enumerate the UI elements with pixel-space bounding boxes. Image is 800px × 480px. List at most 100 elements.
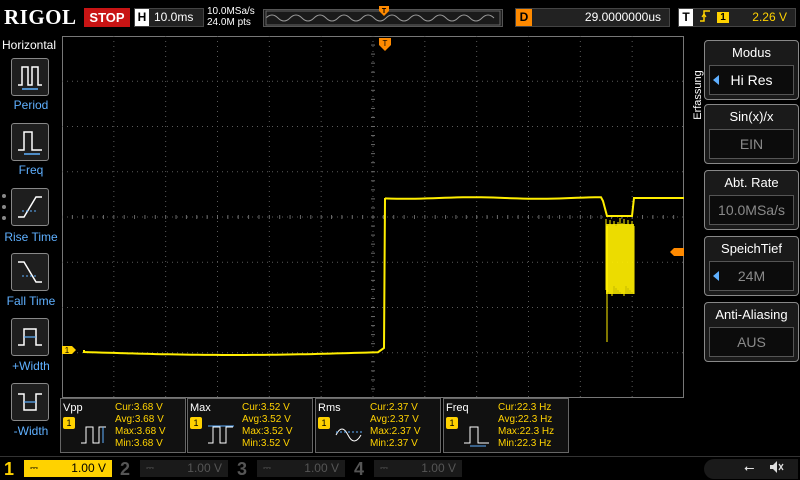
- measurement-max: Max:22.3 Hz: [498, 426, 555, 437]
- measurement-avg: Avg:3.52 V: [242, 414, 291, 425]
- channel-number: 3: [237, 459, 248, 479]
- memory-trigger-marker-icon: T: [378, 5, 392, 17]
- right-acquire-menu: Erfassung Modus Hi Res Sin(x)/x EIN Abt.…: [684, 36, 800, 456]
- softkey-value: Hi Res: [709, 65, 794, 95]
- softkey-title: Sin(x)/x: [729, 109, 774, 124]
- trigger-level-marker-icon: [670, 248, 684, 256]
- softkey-value: 24M: [709, 261, 794, 291]
- selector-arrow-icon: [713, 75, 719, 85]
- measurement-channel-badge: 1: [318, 417, 330, 429]
- trigger-level: 2.26 V: [752, 10, 787, 24]
- measurement-avg: Avg:22.3 Hz: [498, 414, 553, 425]
- freq-label: Freq: [18, 163, 44, 177]
- brand-logo: RIGOL: [4, 5, 77, 29]
- rise-time-button[interactable]: [11, 188, 49, 226]
- channel-number: 1: [4, 459, 15, 479]
- selector-arrow-icon: [713, 271, 719, 281]
- softkey-value: EIN: [709, 129, 794, 159]
- measurement-vpp[interactable]: Vpp 1 Cur:3.68 V Avg:3.68 V Max:3.68 V M…: [60, 398, 186, 453]
- channel-scale: ⎓ 1.00 V: [257, 460, 345, 477]
- measurement-name: Rms: [318, 402, 341, 414]
- measurement-name: Freq: [446, 402, 469, 414]
- measurement-min: Min:3.52 V: [242, 438, 290, 449]
- left-measure-menu: Horizontal Period Freq Rise Time Fall Ti…: [0, 36, 62, 456]
- svg-text:T: T: [383, 39, 388, 48]
- dc-coupling-icon: ⎓: [380, 463, 388, 474]
- channel-1-trace: [83, 196, 684, 356]
- sample-rate-softkey[interactable]: Abt. Rate 10.0MSa/s: [704, 170, 799, 230]
- usb-icon[interactable]: ⭠: [744, 460, 754, 476]
- channel-4-status[interactable]: 4 ⎓ 1.00 V: [350, 457, 468, 480]
- fall-time-label: Fall Time: [6, 294, 56, 308]
- measurement-avg: Avg:2.37 V: [370, 414, 419, 425]
- trigger-status[interactable]: T 1 2.26 V: [678, 8, 796, 27]
- period-icon: [18, 66, 42, 90]
- softkey-title: Modus: [731, 45, 772, 60]
- rise-time-label: Rise Time: [4, 230, 58, 244]
- speaker-muted-icon[interactable]: [768, 459, 784, 478]
- rising-edge-icon: [699, 9, 711, 28]
- waveform-display[interactable]: T 1: [61, 35, 685, 399]
- negative-width-icon: [18, 393, 42, 411]
- memory-points: 24.0M pts: [207, 17, 251, 28]
- softkey-value: 10.0MSa/s: [709, 195, 794, 225]
- channel-scale: ⎓ 1.00 V: [24, 460, 112, 477]
- rms-icon: [335, 428, 362, 442]
- measurement-cur: Cur:3.52 V: [242, 402, 290, 413]
- measurement-channel-badge: 1: [190, 417, 202, 429]
- measurement-max: Max:3.52 V: [242, 426, 293, 437]
- left-menu-title: Horizontal: [2, 38, 57, 52]
- measurement-avg: Avg:3.68 V: [115, 414, 164, 425]
- softkey-value: AUS: [709, 327, 794, 357]
- trigger-label: T: [679, 9, 693, 26]
- acquisition-info: 10.0MSa/s 24.0M pts: [207, 6, 255, 28]
- mode-softkey[interactable]: Modus Hi Res: [704, 40, 799, 100]
- sinx-softkey[interactable]: Sin(x)/x EIN: [704, 104, 799, 164]
- channel-2-status[interactable]: 2 ⎓ 1.00 V: [116, 457, 234, 480]
- measurement-cur: Cur:3.68 V: [115, 402, 163, 413]
- period-label: Period: [13, 98, 49, 112]
- measurement-freq[interactable]: Freq 1 Cur:22.3 Hz Avg:22.3 Hz Max:22.3 …: [443, 398, 569, 453]
- softkey-title: Anti-Aliasing: [715, 307, 788, 322]
- trigger-position-marker-icon: T: [379, 38, 391, 51]
- graticule: [61, 35, 685, 399]
- channel-status-bar: 1 ⎓ 1.00 V 2 ⎓ 1.00 V 3 ⎓ 1.00 V 4 ⎓ 1.0…: [0, 456, 800, 480]
- trigger-source-badge: 1: [717, 12, 729, 23]
- negative-width-button[interactable]: [11, 383, 49, 421]
- waveform-grid: T 1: [61, 35, 685, 399]
- horizontal-timebase[interactable]: H 10.0ms: [134, 8, 204, 27]
- anti-aliasing-softkey[interactable]: Anti-Aliasing AUS: [704, 302, 799, 362]
- channel-scale: ⎓ 1.00 V: [140, 460, 228, 477]
- run-stop-badge[interactable]: STOP: [84, 8, 130, 27]
- measurement-max: Max:2.37 V: [370, 426, 421, 437]
- measurement-channel-badge: 1: [446, 417, 458, 429]
- channel-number: 2: [120, 459, 131, 479]
- softkey-title: Abt. Rate: [724, 175, 779, 190]
- channel-1-ground-marker: 1: [62, 346, 76, 355]
- freq-button[interactable]: [11, 123, 49, 161]
- rise-time-icon: [18, 196, 42, 218]
- channel-1-status[interactable]: 1 ⎓ 1.00 V: [0, 457, 118, 480]
- delay-value: 29.0000000us: [584, 10, 661, 24]
- menu-scroll-indicator: [2, 194, 6, 227]
- measurement-min: Min:2.37 V: [370, 438, 418, 449]
- fall-time-button[interactable]: [11, 253, 49, 291]
- freq-icon: [464, 426, 489, 447]
- measurement-max[interactable]: Max 1 Cur:3.52 V Avg:3.52 V Max:3.52 V M…: [187, 398, 313, 453]
- channel-number: 4: [354, 459, 365, 479]
- sample-rate: 10.0MSa/s: [207, 6, 255, 17]
- memory-depth-softkey[interactable]: SpeichTief 24M: [704, 236, 799, 296]
- channel-3-status[interactable]: 3 ⎓ 1.00 V: [233, 457, 351, 480]
- horizontal-delay[interactable]: D 29.0000000us: [515, 8, 670, 27]
- fall-time-icon: [18, 261, 42, 283]
- period-button[interactable]: [11, 58, 49, 96]
- dc-coupling-icon: ⎓: [30, 463, 38, 474]
- delay-label: D: [516, 9, 532, 26]
- measurement-min: Min:3.68 V: [115, 438, 163, 449]
- dc-coupling-icon: ⎓: [146, 463, 154, 474]
- measurement-rms[interactable]: Rms 1 Cur:2.37 V Avg:2.37 V Max:2.37 V M…: [315, 398, 441, 453]
- positive-width-button[interactable]: [11, 318, 49, 356]
- svg-text:T: T: [382, 8, 387, 15]
- positive-width-icon: [18, 328, 42, 346]
- menu-section-label: Erfassung: [682, 40, 704, 150]
